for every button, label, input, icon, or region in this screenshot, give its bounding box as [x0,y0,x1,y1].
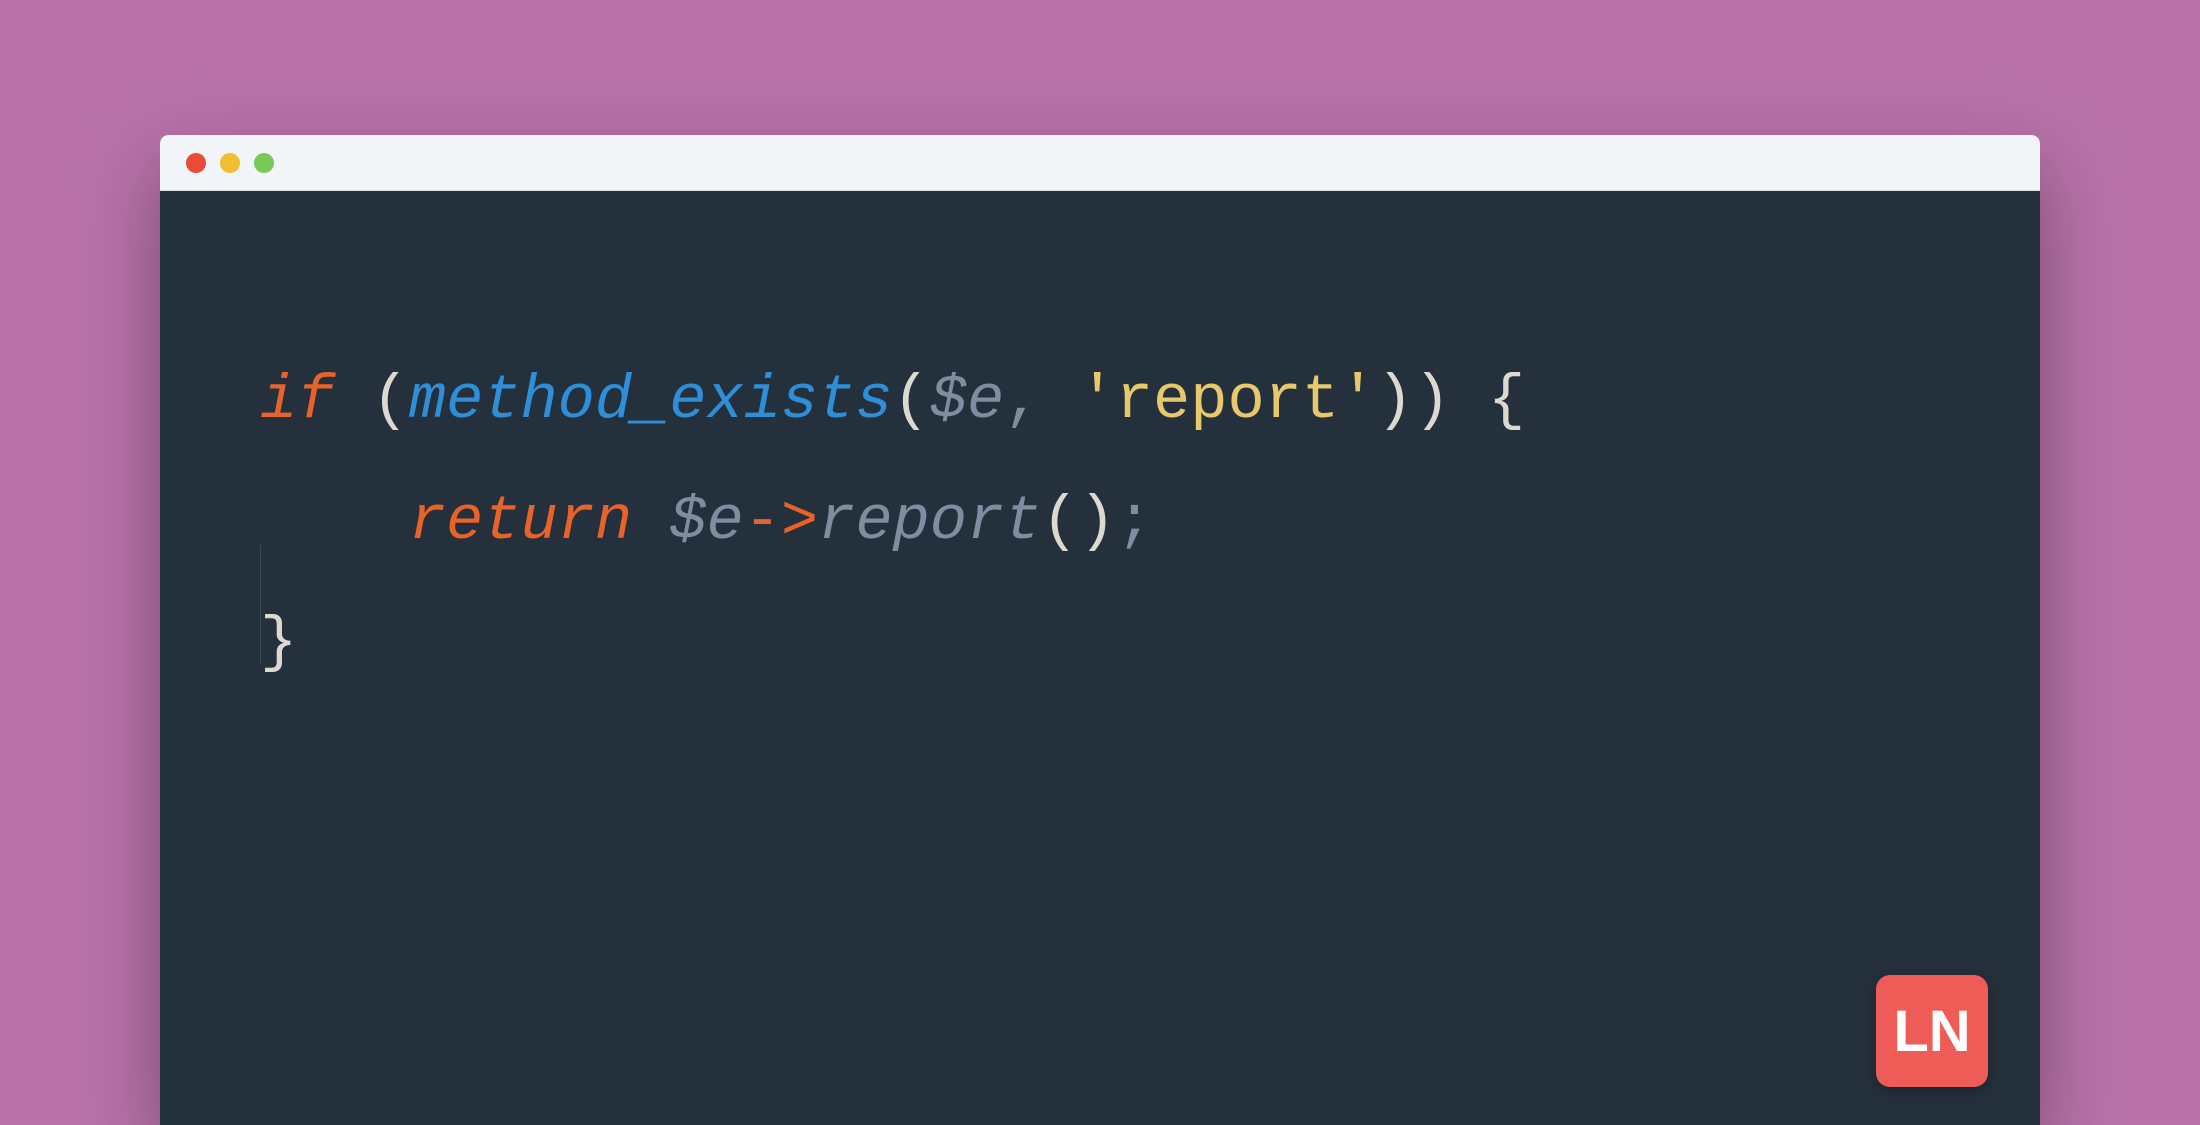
indent-guide [260,545,261,665]
comma: , [1004,365,1041,436]
string-literal: 'report' [1079,365,1377,436]
method-name: report [818,486,1041,557]
paren-open: ( [372,365,409,436]
minimize-icon[interactable] [220,153,240,173]
ln-badge: LN [1876,975,1988,1087]
keyword-return: return [409,486,632,557]
function-name: method_exists [409,365,893,436]
arrow-operator: -> [744,486,818,557]
badge-text: LN [1893,998,1970,1065]
code-editor: if (method_exists($e, 'report')) { retur… [160,191,2040,704]
semicolon: ; [1116,486,1153,557]
paren-close: ) [1079,486,1116,557]
code-window: if (method_exists($e, 'report')) { retur… [160,135,2040,1125]
indent [260,486,409,557]
code-block: if (method_exists($e, 'report')) { retur… [260,341,1980,704]
brace-open: { [1488,365,1525,436]
paren-close: ) [1414,365,1451,436]
variable: $e [930,365,1004,436]
keyword-if: if [260,365,334,436]
close-icon[interactable] [186,153,206,173]
brace-close: } [260,607,297,678]
paren-open: ( [1041,486,1078,557]
paren-close-inner: ) [1376,365,1413,436]
maximize-icon[interactable] [254,153,274,173]
window-titlebar [160,135,2040,191]
variable: $e [669,486,743,557]
paren-open-inner: ( [893,365,930,436]
